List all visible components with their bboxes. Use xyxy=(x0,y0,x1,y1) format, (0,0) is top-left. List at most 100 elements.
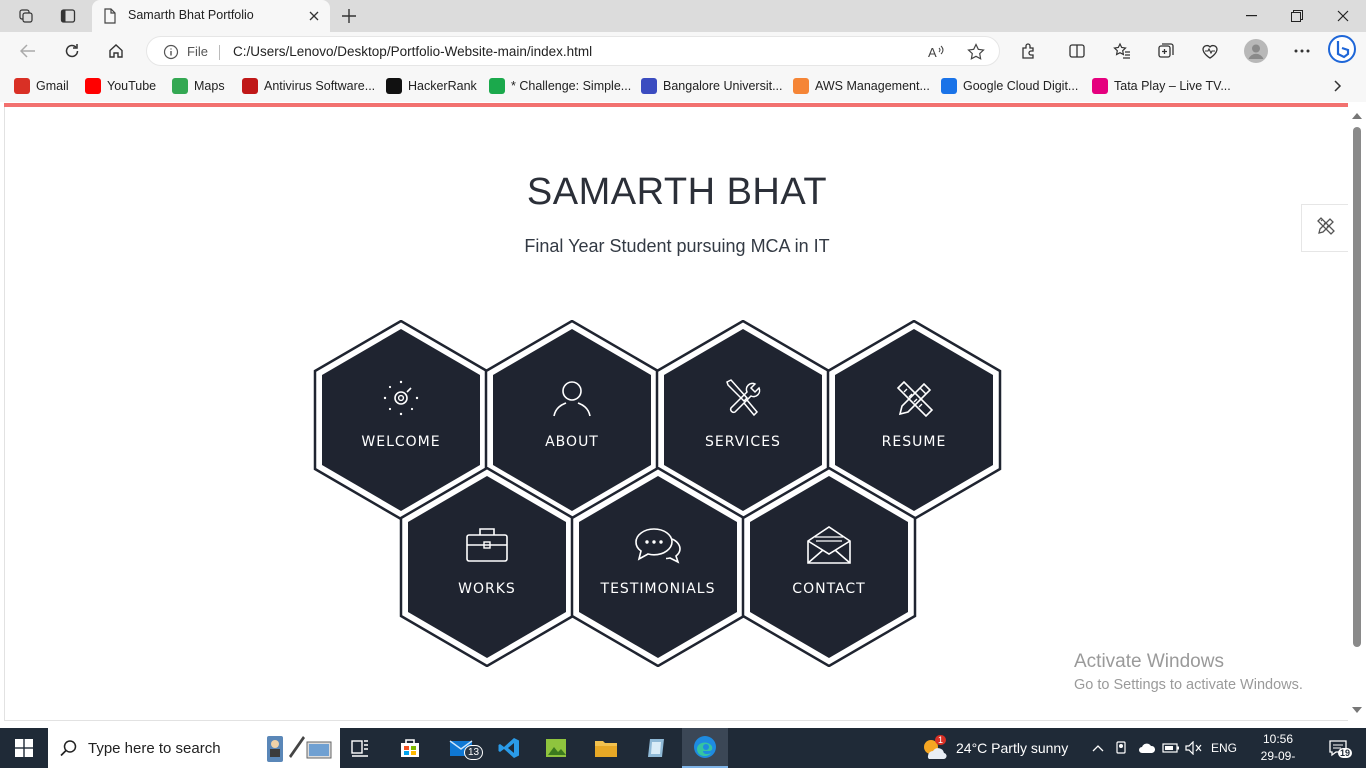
svg-text:A: A xyxy=(928,45,937,60)
address-bar[interactable]: File C:/Users/Lenovo/Desktop/Portfolio-W… xyxy=(146,36,1000,66)
bookmark-item[interactable]: HackerRank xyxy=(386,77,477,95)
show-hidden-icons-chevron-icon[interactable] xyxy=(1088,728,1108,768)
taskbar-search-box[interactable]: Type here to search xyxy=(48,728,340,768)
bookmark-label: Google Cloud Digit... xyxy=(963,79,1079,93)
bookmark-label: Maps xyxy=(194,79,225,93)
nav-hex-label: CONTACT xyxy=(792,581,866,597)
read-aloud-icon[interactable]: A xyxy=(927,43,945,66)
bookmark-label: Bangalore Universit... xyxy=(663,79,783,93)
page-title: SAMARTH BHAT xyxy=(526,171,828,213)
address-divider xyxy=(219,45,220,60)
active-tab[interactable]: Samarth Bhat Portfolio xyxy=(92,0,330,32)
snipping-tool-icon[interactable] xyxy=(638,728,674,768)
weather-badge: 1 xyxy=(935,735,947,745)
briefcase-icon xyxy=(462,525,512,565)
bookmark-label: YouTube xyxy=(107,79,157,93)
file-explorer-icon[interactable] xyxy=(588,728,624,768)
vscode-icon[interactable] xyxy=(491,728,527,768)
home-button[interactable] xyxy=(101,37,131,65)
bookmark-item[interactable]: YouTube xyxy=(85,77,156,95)
favorite-star-icon[interactable] xyxy=(967,43,985,66)
nav-hex-label: TESTIMONIALS xyxy=(600,581,716,597)
envelope-icon xyxy=(804,525,854,565)
nav-hex-label: ABOUT xyxy=(545,434,599,450)
minimize-button[interactable] xyxy=(1228,0,1274,32)
collections-icon[interactable] xyxy=(1151,37,1181,65)
bookmark-item[interactable]: Tata Play – Live TV... xyxy=(1092,77,1231,95)
url-text[interactable]: C:/Users/Lenovo/Desktop/Portfolio-Websit… xyxy=(233,44,592,59)
info-icon[interactable] xyxy=(163,44,179,65)
browser-essentials-icon[interactable] xyxy=(1195,37,1225,65)
favorites-icon[interactable] xyxy=(1107,37,1137,65)
nav-hex-label: WELCOME xyxy=(361,434,441,450)
bookmark-item[interactable]: Bangalore Universit... xyxy=(641,77,783,95)
weather-widget[interactable]: 1 24°C Partly sunny xyxy=(920,728,1080,768)
web-page: SAMARTH BHAT Final Year Student pursuing… xyxy=(4,107,1349,721)
user-icon xyxy=(547,378,597,418)
notification-badge: 19 xyxy=(1338,748,1353,758)
youtube-icon xyxy=(85,78,101,94)
battery-icon[interactable] xyxy=(1160,728,1182,768)
challenge-icon xyxy=(489,78,505,94)
extensions-icon[interactable] xyxy=(1014,37,1044,65)
watermark-title: Activate Windows xyxy=(1074,651,1224,672)
bookmark-label: Antivirus Software... xyxy=(264,79,376,93)
welcome-icon xyxy=(376,378,426,418)
settings-more-icon[interactable] xyxy=(1287,37,1317,65)
google-cloud-icon xyxy=(941,78,957,94)
bookmark-item[interactable]: Maps xyxy=(172,77,225,95)
restore-button[interactable] xyxy=(1274,0,1320,32)
volume-muted-icon[interactable] xyxy=(1183,728,1205,768)
bing-copilot-icon[interactable] xyxy=(1327,35,1357,63)
new-tab-button[interactable] xyxy=(336,4,362,28)
language-indicator[interactable]: ENG xyxy=(1207,728,1241,768)
bookmark-item[interactable]: Antivirus Software... xyxy=(242,77,375,95)
bookmarks-bar: Gmail YouTube Maps Antivirus Software... Hac… xyxy=(0,70,1366,102)
close-tab-icon[interactable] xyxy=(304,6,324,26)
mail-icon[interactable]: 13 xyxy=(442,728,484,768)
bookmark-item[interactable]: * Challenge: Simple... xyxy=(489,77,631,95)
workspaces-icon[interactable] xyxy=(13,4,39,28)
close-window-button[interactable] xyxy=(1320,0,1366,32)
meet-now-icon[interactable] xyxy=(1112,728,1132,768)
university-icon xyxy=(641,78,657,94)
page-subtitle: Final Year Student pursuing MCA in IT xyxy=(524,236,830,256)
start-button[interactable] xyxy=(0,728,48,768)
system-clock[interactable]: 10:56 29-09-2023 xyxy=(1252,731,1304,782)
scroll-thumb[interactable] xyxy=(1353,127,1361,647)
scroll-down-icon[interactable] xyxy=(1352,707,1362,713)
nav-hex-label: RESUME xyxy=(881,434,947,450)
bookmark-item[interactable]: Google Cloud Digit... xyxy=(941,77,1078,95)
nav-hex-works[interactable]: WORKS xyxy=(398,467,576,667)
onedrive-cloud-icon[interactable] xyxy=(1136,728,1158,768)
bookmark-item[interactable]: Gmail xyxy=(14,77,69,95)
search-icon xyxy=(60,740,77,757)
split-screen-icon[interactable] xyxy=(1062,37,1092,65)
bookmark-item[interactable]: AWS Management... xyxy=(793,77,930,95)
nav-hex-contact[interactable]: CONTACT xyxy=(740,467,918,667)
image-editor-icon[interactable] xyxy=(538,728,574,768)
bookmarks-overflow-chevron-icon[interactable] xyxy=(1334,77,1342,95)
edge-taskbar-icon[interactable] xyxy=(682,728,728,768)
scroll-up-icon[interactable] xyxy=(1352,113,1362,119)
nav-hex-testimonials[interactable]: TESTIMONIALS xyxy=(569,467,747,667)
bookmark-label: HackerRank xyxy=(408,79,477,93)
hackerrank-icon xyxy=(386,78,402,94)
aws-icon xyxy=(793,78,809,94)
back-button[interactable] xyxy=(13,37,43,65)
page-icon xyxy=(103,8,117,29)
page-scrollbar[interactable] xyxy=(1348,107,1366,721)
search-placeholder: Type here to search xyxy=(88,739,221,757)
task-view-icon[interactable] xyxy=(344,728,376,768)
profile-avatar[interactable] xyxy=(1241,37,1271,65)
refresh-button[interactable] xyxy=(57,37,87,65)
tab-actions-icon[interactable] xyxy=(55,4,81,28)
browser-toolbar: File C:/Users/Lenovo/Desktop/Portfolio-W… xyxy=(0,32,1366,70)
maps-icon xyxy=(172,78,188,94)
microsoft-store-icon[interactable] xyxy=(392,728,428,768)
chat-icon xyxy=(633,525,683,565)
tataplay-icon xyxy=(1092,78,1108,94)
notifications-icon[interactable]: 19 xyxy=(1318,728,1358,768)
file-label: File xyxy=(187,44,208,59)
customize-button[interactable] xyxy=(1301,204,1349,252)
